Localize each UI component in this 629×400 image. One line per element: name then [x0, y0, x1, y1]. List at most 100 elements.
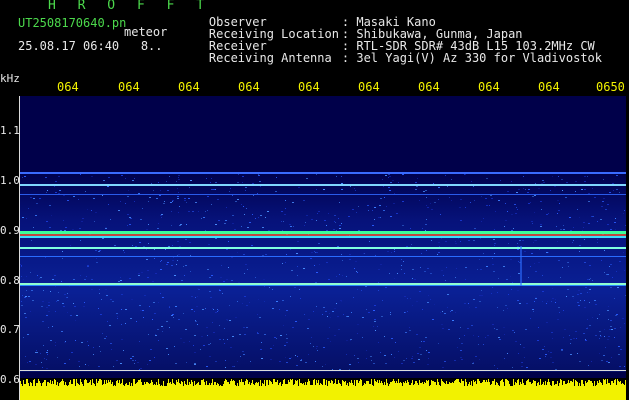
noise-speckle	[158, 223, 159, 224]
noise-speckle	[21, 265, 22, 266]
noise-speckle	[451, 310, 453, 311]
noise-speckle	[552, 362, 554, 363]
noise-speckle	[420, 267, 421, 268]
noise-speckle	[28, 296, 30, 297]
noise-speckle	[142, 310, 144, 311]
noise-speckle	[401, 269, 402, 270]
signal-strength-bar	[353, 385, 354, 400]
signal-strength-bar	[35, 386, 36, 400]
noise-speckle	[64, 294, 66, 295]
noise-speckle	[555, 299, 556, 300]
signal-strength-bar	[415, 381, 416, 400]
signal-strength-bar	[134, 379, 135, 400]
signal-strength-bar	[358, 383, 359, 400]
signal-strength-bar	[352, 383, 353, 400]
noise-speckle	[242, 303, 243, 304]
signal-strength-bar	[355, 386, 356, 400]
noise-speckle	[325, 311, 327, 312]
noise-speckle	[607, 310, 609, 311]
noise-speckle	[228, 267, 229, 268]
noise-speckle	[190, 255, 191, 256]
noise-speckle	[587, 292, 588, 293]
noise-speckle	[497, 307, 498, 308]
noise-speckle	[185, 265, 187, 266]
signal-strength-bar	[471, 381, 472, 400]
noise-speckle	[154, 357, 155, 358]
signal-strength-bar	[124, 386, 125, 400]
noise-speckle	[375, 255, 376, 256]
signal-strength-bar	[538, 382, 539, 400]
noise-speckle	[212, 322, 213, 323]
signal-strength-bar	[265, 386, 266, 400]
signal-strength-bar	[105, 384, 106, 400]
noise-speckle	[625, 225, 626, 226]
signal-strength-bar	[392, 381, 393, 400]
noise-speckle	[292, 202, 294, 203]
noise-speckle	[580, 293, 582, 294]
signal-strength-bar	[339, 383, 340, 400]
noise-speckle	[127, 214, 129, 215]
signal-strength-bar	[213, 385, 214, 400]
signal-strength-bar	[90, 380, 91, 400]
noise-speckle	[439, 246, 440, 247]
signal-strength-bar	[623, 384, 624, 400]
noise-speckle	[510, 276, 511, 277]
noise-speckle	[120, 280, 122, 281]
signal-strength-bar	[508, 381, 509, 400]
signal-strength-bar	[369, 384, 370, 400]
noise-speckle	[258, 217, 259, 218]
signal-strength-bar	[126, 383, 127, 400]
noise-speckle	[259, 181, 261, 182]
noise-speckle	[83, 306, 85, 307]
signal-strength-bar	[477, 379, 478, 400]
noise-speckle	[230, 188, 231, 189]
noise-speckle	[389, 273, 390, 274]
noise-speckle	[623, 213, 624, 214]
noise-speckle	[601, 206, 603, 207]
noise-speckle	[336, 276, 337, 277]
noise-speckle	[177, 255, 178, 256]
noise-speckle	[592, 280, 593, 281]
signal-strength-bar	[181, 381, 182, 400]
signal-strength-bar	[601, 383, 602, 400]
noise-speckle	[161, 214, 163, 215]
signal-strength-bar	[76, 379, 77, 400]
noise-speckle	[381, 316, 383, 317]
noise-speckle	[560, 277, 561, 278]
noise-speckle	[167, 262, 169, 263]
noise-speckle	[205, 230, 206, 231]
signal-strength-bar	[547, 382, 548, 400]
noise-speckle	[565, 197, 567, 198]
noise-speckle	[492, 287, 493, 288]
noise-speckle	[283, 325, 284, 326]
noise-speckle	[243, 254, 245, 255]
noise-speckle	[272, 308, 274, 309]
noise-speckle	[286, 342, 288, 343]
signal-strength-bar	[171, 384, 172, 400]
noise-speckle	[532, 309, 534, 310]
signal-strength-bar	[347, 383, 348, 400]
noise-speckle	[442, 328, 444, 329]
signal-strength-bar	[581, 380, 582, 400]
signal-strength-bar	[545, 381, 546, 400]
signal-strength-bar	[583, 384, 584, 400]
noise-speckle	[449, 197, 450, 198]
signal-strength-bar	[138, 380, 139, 400]
noise-speckle	[625, 295, 626, 296]
noise-speckle	[597, 242, 598, 243]
signal-strength-bar	[120, 384, 121, 400]
noise-speckle	[295, 355, 296, 356]
noise-speckle	[242, 176, 244, 177]
noise-speckle	[610, 229, 612, 230]
signal-strength-bar	[278, 385, 279, 400]
signal-strength-bar	[183, 386, 184, 400]
noise-speckle	[451, 200, 452, 201]
noise-speckle	[326, 230, 328, 231]
noise-speckle	[260, 349, 262, 350]
noise-speckle	[184, 200, 186, 201]
noise-speckle	[346, 276, 347, 277]
noise-speckle	[147, 270, 149, 271]
noise-speckle	[22, 295, 23, 296]
signal-strength-bar	[364, 383, 365, 400]
signal-strength-bar	[597, 381, 598, 400]
